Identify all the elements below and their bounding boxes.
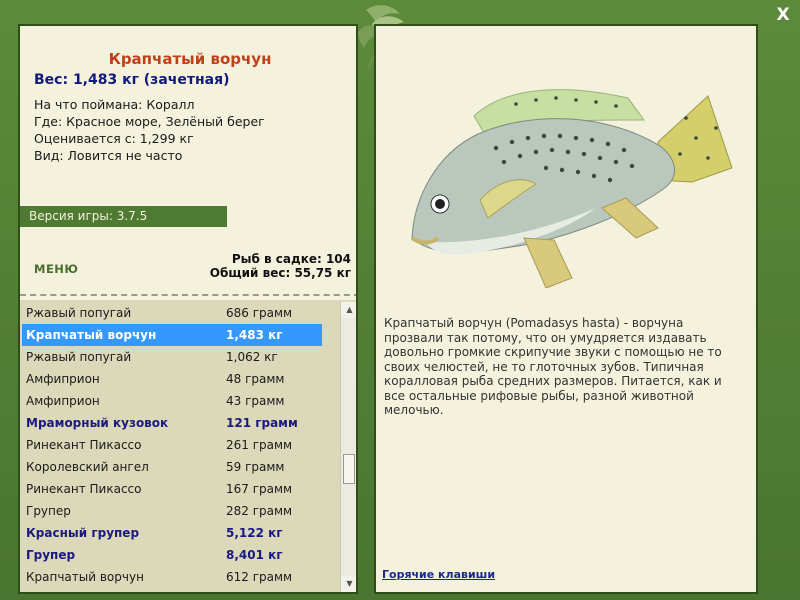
list-item-name: Амфиприон xyxy=(26,394,100,408)
list-item[interactable]: Ринекант Пикассо 261 грамм xyxy=(22,434,322,456)
list-item-name: Ржавый попугай xyxy=(26,306,132,320)
fish-description: Крапчатый ворчун (Pomadasys hasta) - вор… xyxy=(384,316,722,417)
close-button[interactable]: X xyxy=(770,4,796,26)
fish-illustration xyxy=(410,89,733,288)
list-item-weight: 1,483 кг xyxy=(226,328,283,342)
kind-line: Вид: Ловится не часто xyxy=(34,148,183,163)
list-item[interactable]: Красный групер 5,122 кг xyxy=(22,522,322,544)
catch-list[interactable]: Ржавый попугай 686 грамм Крапчатый ворчун 1… xyxy=(20,300,356,592)
list-item-name: Крапчатый ворчун xyxy=(26,328,157,342)
location-line: Где: Красное море, Зелёный берег xyxy=(34,114,265,129)
list-item-name: Крапчатый ворчун xyxy=(26,570,144,584)
valued-from-line: Оценивается с: 1,299 кг xyxy=(34,131,194,146)
list-item-name: Королевский ангел xyxy=(26,460,149,474)
list-item-weight: 59 грамм xyxy=(226,460,285,474)
list-item[interactable]: Амфиприон 48 грамм xyxy=(22,368,322,390)
list-item[interactable]: Крапчатый ворчун 1,483 кг xyxy=(22,324,322,346)
list-item-name: Ринекант Пикассо xyxy=(26,482,142,496)
list-item-weight: 612 грамм xyxy=(226,570,293,584)
hotkeys-link[interactable]: Горячие клавиши xyxy=(382,568,495,581)
list-item[interactable]: Групер 282 грамм xyxy=(22,500,322,522)
list-item[interactable]: Ржавый попугай 686 грамм xyxy=(22,302,322,324)
fish-title: Крапчатый ворчун xyxy=(108,50,272,68)
list-item-name: Красный групер xyxy=(26,526,140,540)
list-item-name: Групер xyxy=(26,548,76,562)
list-item[interactable]: Групер 8,401 кг xyxy=(22,544,322,566)
list-item-weight: 121 грамм xyxy=(226,416,298,430)
list-item-name: Амфиприон xyxy=(26,372,100,386)
fish-weight: Вес: 1,483 кг (зачетная) xyxy=(34,72,230,88)
version-bar: Версия игры: 3.7.5 xyxy=(20,206,227,227)
menu-button[interactable]: МЕНЮ xyxy=(34,262,78,276)
scrollbar-thumb[interactable] xyxy=(343,454,355,484)
total-weight: Общий вес: 55,75 кг xyxy=(209,266,351,280)
list-item-weight: 261 грамм xyxy=(226,438,293,452)
list-item-name: Групер xyxy=(26,504,71,518)
divider xyxy=(20,294,356,296)
list-item-weight: 48 грамм xyxy=(226,372,285,386)
list-item-weight: 686 грамм xyxy=(226,306,293,320)
list-item[interactable]: Крапчатый ворчун 612 грамм xyxy=(22,566,322,588)
list-item-weight: 1,062 кг xyxy=(226,350,278,364)
list-item[interactable]: Королевский ангел 59 грамм xyxy=(22,456,322,478)
fish-picture-panel: Крапчатый ворчун (Pomadasys hasta) - вор… xyxy=(374,24,758,594)
catch-list-scrollbar[interactable]: ▲ ▼ xyxy=(340,302,356,592)
list-item[interactable]: Амфиприон 43 грамм xyxy=(22,390,322,412)
list-item-weight: 8,401 кг xyxy=(226,548,283,562)
caught-on-line: На что поймана: Коралл xyxy=(34,97,195,112)
list-item-name: Ржавый попугай xyxy=(26,350,132,364)
list-item-weight: 5,122 кг xyxy=(226,526,283,540)
list-item-name: Ринекант Пикассо xyxy=(26,438,142,452)
list-item-weight: 282 грамм xyxy=(226,504,293,518)
list-item[interactable]: Ринекант Пикассо 167 грамм xyxy=(22,478,322,500)
list-item[interactable]: Ржавый попугай 1,062 кг xyxy=(22,346,322,368)
list-item-name: Мраморный кузовок xyxy=(26,416,169,430)
scroll-up-icon[interactable]: ▲ xyxy=(341,302,356,318)
fish-info-panel: Крапчатый ворчун Вес: 1,483 кг (зачетная… xyxy=(18,24,358,594)
list-item-weight: 167 грамм xyxy=(226,482,293,496)
scroll-down-icon[interactable]: ▼ xyxy=(341,576,356,592)
fish-count: Рыб в садке: 104 xyxy=(231,252,351,266)
list-item-weight: 43 грамм xyxy=(226,394,285,408)
list-item[interactable]: Мраморный кузовок 121 грамм xyxy=(22,412,322,434)
